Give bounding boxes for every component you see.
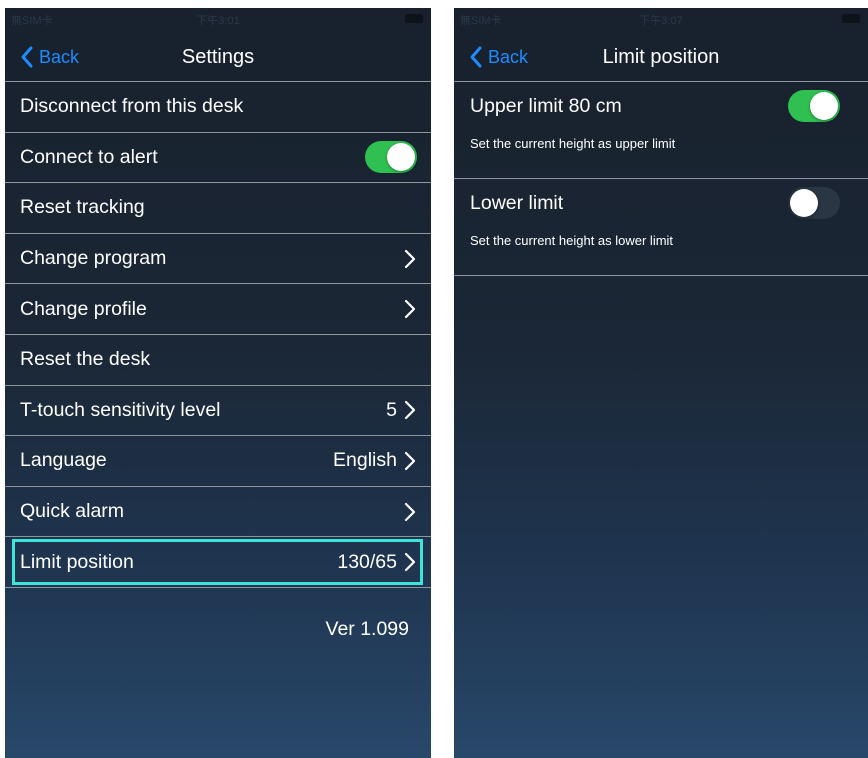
page-title: Settings [181, 46, 255, 68]
chevron-right-icon [404, 451, 416, 471]
settings-item-change-profile[interactable]: Change profile [5, 284, 431, 335]
settings-item-reset-desk[interactable]: Reset the desk [5, 335, 431, 386]
settings-item-label: Change profile [20, 297, 147, 320]
nav-bar: Back Limit position [454, 34, 868, 80]
settings-item-reset-tracking[interactable]: Reset tracking [5, 183, 431, 234]
toggle-knob [810, 92, 838, 120]
settings-item-disconnect[interactable]: Disconnect from this desk [5, 82, 431, 133]
settings-item-t-touch[interactable]: T-touch sensitivity level 5 [5, 386, 431, 437]
settings-list: Disconnect from this desk Connect to ale… [5, 81, 431, 588]
status-bar: 無SIM卡 下午3:07 [454, 8, 868, 30]
limit-position-screen: 無SIM卡 下午3:07 Back Limit position Upper l… [454, 8, 868, 758]
settings-item-label: T-touch sensitivity level [20, 398, 221, 421]
upper-limit-row: Upper limit 80 cm [454, 82, 868, 130]
settings-item-label: Quick alarm [20, 500, 125, 523]
settings-item-label: Limit position [20, 550, 134, 573]
toggle-knob [387, 143, 415, 172]
status-bar: 無SIM卡 下午3:01 [5, 8, 431, 30]
chevron-right-icon [404, 401, 416, 420]
settings-item-label: Connect to alert [20, 145, 158, 168]
lower-limit-description: Set the current height as lower limit [454, 227, 868, 276]
battery-icon [842, 14, 860, 23]
settings-item-change-program[interactable]: Change program [5, 234, 431, 285]
settings-item-limit-position[interactable]: Limit position 130/65 [5, 537, 431, 588]
lower-limit-row: Lower limit [454, 179, 868, 227]
toggle-knob [790, 189, 818, 217]
settings-item-quick-alarm[interactable]: Quick alarm [5, 487, 431, 538]
chevron-right-icon [404, 502, 416, 521]
settings-item-language[interactable]: Language English [5, 436, 431, 487]
settings-item-connect-alert: Connect to alert [5, 133, 431, 184]
upper-limit-toggle[interactable] [788, 90, 840, 122]
settings-item-label: Disconnect from this desk [20, 95, 244, 118]
lower-limit-toggle[interactable] [788, 187, 840, 219]
settings-item-label: Reset tracking [20, 196, 145, 219]
version-label: Ver 1.099 [325, 618, 409, 640]
nav-bar: Back Settings [5, 34, 431, 80]
settings-item-value: 5 [386, 398, 397, 421]
lower-limit-label: Lower limit [470, 191, 564, 214]
limit-list: Upper limit 80 cm Set the current height… [454, 81, 868, 276]
chevron-right-icon [404, 249, 416, 268]
page-title: Limit position [602, 46, 720, 68]
settings-item-label: Reset the desk [20, 348, 151, 371]
connect-alert-toggle[interactable] [365, 141, 417, 174]
chevron-right-icon [404, 553, 416, 572]
upper-limit-label: Upper limit 80 cm [470, 94, 622, 117]
settings-screen: 無SIM卡 下午3:01 Back Settings Disconnect fr… [5, 8, 431, 758]
settings-item-label: Language [20, 449, 107, 472]
settings-item-value: 130/65 [337, 550, 397, 573]
status-time: 下午3:07 [639, 15, 683, 27]
settings-item-label: Change program [20, 247, 167, 270]
settings-item-value: English [333, 449, 397, 472]
status-time: 下午3:01 [196, 15, 240, 27]
battery-icon [405, 14, 423, 23]
chevron-right-icon [404, 300, 416, 319]
upper-limit-description: Set the current height as upper limit [454, 130, 868, 179]
